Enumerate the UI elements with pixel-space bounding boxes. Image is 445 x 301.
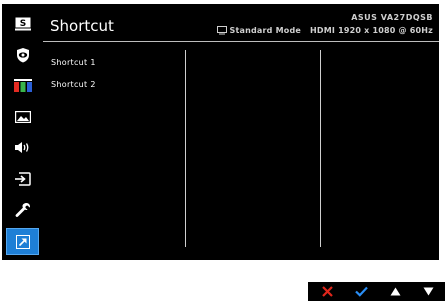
page-title: Shortcut (50, 17, 114, 35)
check-icon (354, 286, 368, 297)
sidebar: S (2, 4, 43, 260)
menu-list: Shortcut 1 Shortcut 2 (51, 58, 96, 102)
sidebar-item-sound[interactable] (6, 134, 39, 161)
up-arrow-icon (390, 287, 400, 296)
monitor-icon (216, 26, 227, 35)
down-button[interactable] (411, 282, 445, 301)
mode-indicator: Standard Mode (216, 26, 302, 35)
input-select-icon (15, 171, 31, 186)
main-panel: Shortcut ASUS VA27DQSB Standard Mode HDM… (43, 4, 439, 260)
model-name: ASUS VA27DQSB (351, 13, 433, 22)
sidebar-item-image[interactable] (6, 103, 39, 130)
down-arrow-icon (423, 287, 433, 296)
eye-care-icon (16, 47, 29, 62)
shortcut-icon (15, 234, 30, 249)
sidebar-item-eye-care[interactable] (6, 41, 39, 68)
sound-icon (15, 142, 29, 153)
image-icon (14, 110, 31, 123)
close-button[interactable] (310, 282, 344, 301)
color-icon (13, 79, 32, 92)
close-icon (321, 286, 333, 297)
sidebar-item-system-setup[interactable] (6, 196, 39, 223)
system-setup-icon (15, 202, 30, 217)
sidebar-item-input-select[interactable] (6, 165, 39, 192)
status-line: Standard Mode HDMI 1920 x 1080 @ 60Hz (216, 26, 433, 35)
svg-text:S: S (19, 19, 25, 29)
osd-menu: S Shortcut ASUS VA27DQSB Standard Mode H… (2, 4, 439, 260)
sidebar-item-color[interactable] (6, 72, 39, 99)
menu-item-shortcut-2[interactable]: Shortcut 2 (51, 80, 96, 91)
input-info: HDMI 1920 x 1080 @ 60Hz (310, 26, 433, 35)
sidebar-item-shortcut[interactable] (6, 228, 39, 255)
mode-label: Standard Mode (229, 26, 302, 35)
panel-header: Shortcut ASUS VA27DQSB Standard Mode HDM… (43, 4, 439, 42)
column-divider-1 (185, 50, 186, 247)
column-divider-2 (320, 50, 321, 247)
splendid-s-icon: S (14, 17, 31, 30)
menu-item-shortcut-1[interactable]: Shortcut 1 (51, 58, 96, 69)
navigation-bar (308, 282, 445, 301)
confirm-button[interactable] (344, 282, 378, 301)
sidebar-item-splendid[interactable]: S (6, 10, 39, 37)
up-button[interactable] (378, 282, 412, 301)
